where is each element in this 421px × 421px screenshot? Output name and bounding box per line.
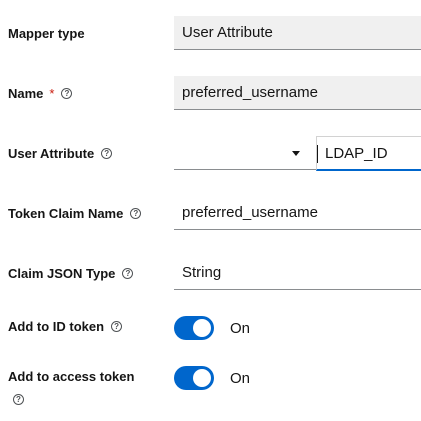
add-to-id-token-switch[interactable] xyxy=(174,316,214,340)
user-attribute-typeahead[interactable] xyxy=(316,136,421,171)
mapper-type-field: User Attribute xyxy=(174,16,421,50)
help-icon[interactable]: ? xyxy=(122,268,134,279)
user-attribute-label: User Attribute ? xyxy=(8,146,113,161)
name-field[interactable]: preferred_username xyxy=(174,76,421,110)
token-claim-name-label: Token Claim Name ? xyxy=(8,206,142,221)
caret-down-icon[interactable] xyxy=(292,151,300,156)
add-to-access-token-switch[interactable] xyxy=(174,366,214,390)
mapper-type-label: Mapper type xyxy=(8,26,85,41)
help-icon[interactable]: ? xyxy=(13,394,24,405)
claim-json-type-field[interactable]: String xyxy=(174,256,421,290)
help-icon[interactable]: ? xyxy=(61,88,73,99)
switch-knob xyxy=(193,369,211,387)
user-attribute-select[interactable] xyxy=(174,136,316,170)
switch-knob xyxy=(193,319,211,337)
add-to-access-token-label: Add to access token xyxy=(8,369,135,384)
name-label: Name * ? xyxy=(8,86,73,101)
required-marker: * xyxy=(49,86,55,101)
claim-json-type-label: Claim JSON Type ? xyxy=(8,266,134,281)
help-icon[interactable]: ? xyxy=(101,148,113,159)
token-claim-name-field[interactable]: preferred_username xyxy=(174,196,421,230)
user-attribute-input[interactable] xyxy=(317,137,421,169)
help-icon[interactable]: ? xyxy=(130,208,142,219)
add-to-id-token-label: Add to ID token ? xyxy=(8,319,123,334)
add-to-id-token-state: On xyxy=(230,320,251,337)
help-icon[interactable]: ? xyxy=(111,321,123,332)
add-to-access-token-state: On xyxy=(230,370,251,387)
